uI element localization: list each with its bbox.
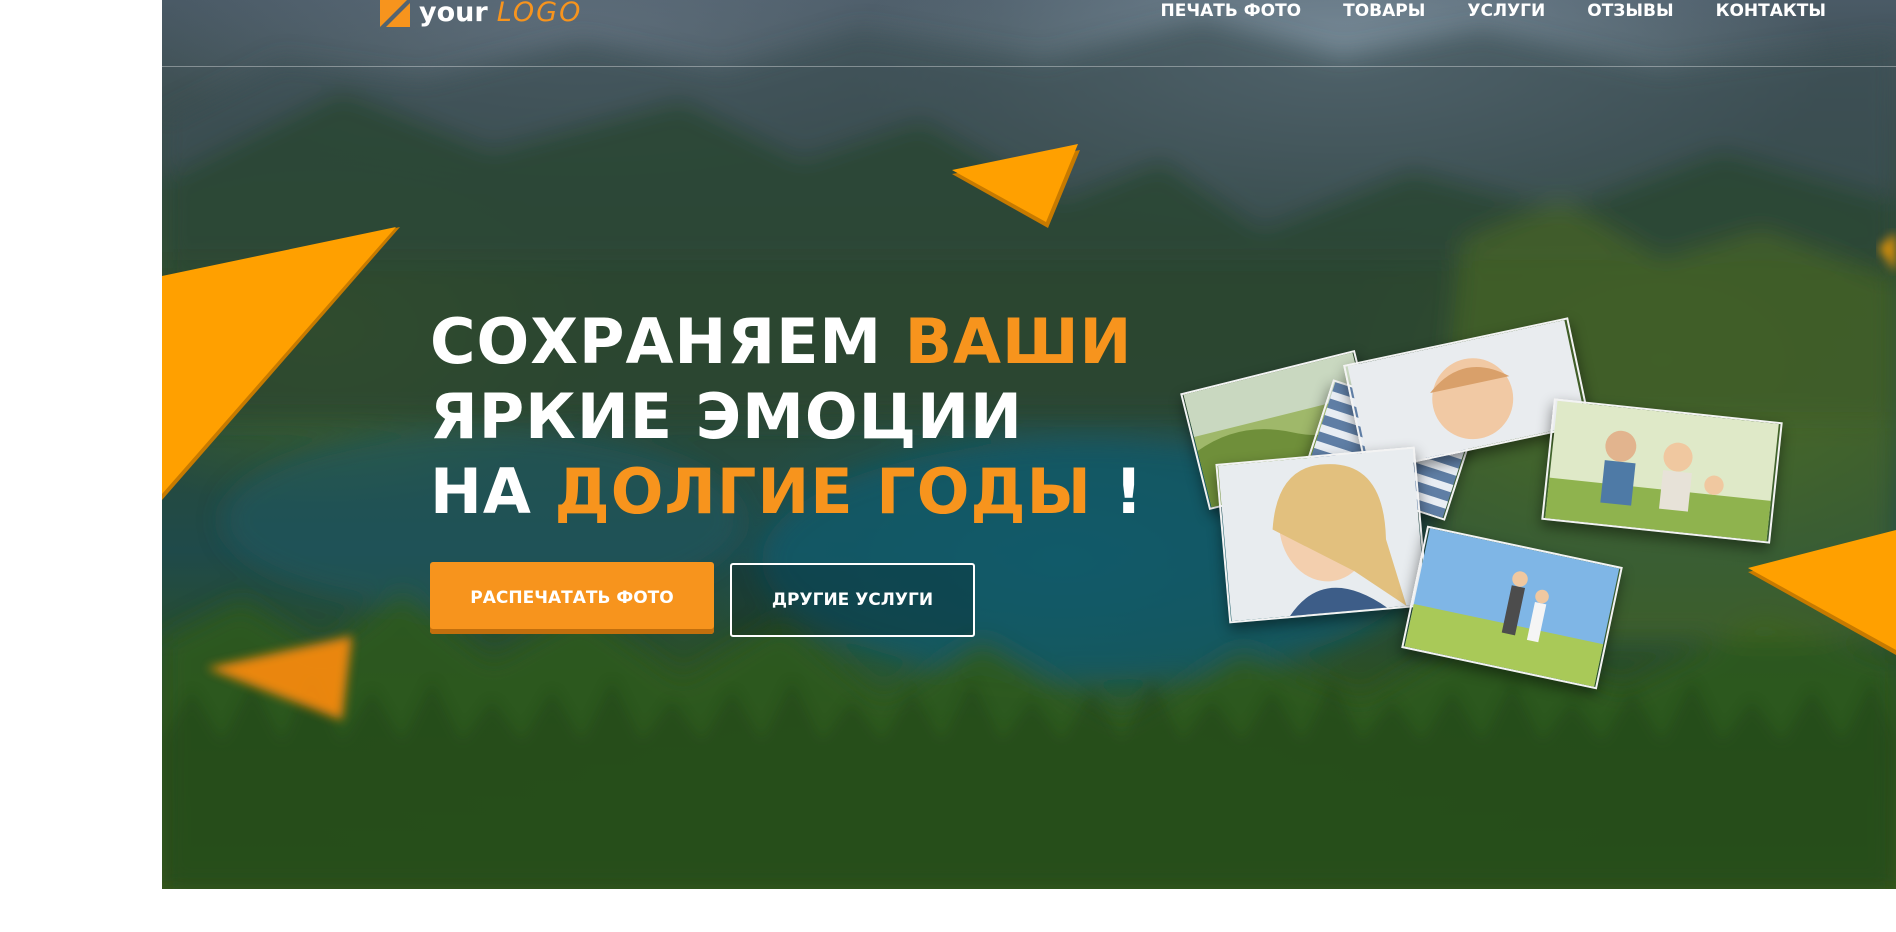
nav-item-products[interactable]: ТОВАРЫ	[1343, 0, 1425, 22]
orange-square-diagonal-icon	[380, 0, 410, 27]
headline-line3-exclamation: !	[1114, 455, 1144, 528]
photo-portrait-icon	[1215, 446, 1429, 624]
photo-stack-illustration	[1180, 317, 1783, 690]
nav-item-services[interactable]: УСЛУГИ	[1467, 0, 1545, 22]
logo-text-your: your	[419, 0, 488, 28]
photo-family-icon	[1541, 398, 1783, 544]
photo-outdoor-family-icon	[1401, 525, 1623, 690]
nav-item-contacts[interactable]: КОНТАКТЫ	[1716, 0, 1826, 22]
site-logo[interactable]: your LOGO	[380, 0, 582, 30]
top-navigation-bar: your LOGO ПЕЧАТЬ ФОТО ТОВАРЫ УСЛУГИ ОТЗЫ…	[162, 0, 1896, 67]
other-services-button[interactable]: ДРУГИЕ УСЛУГИ	[730, 563, 975, 637]
headline-line3-orange: ДОЛГИЕ ГОДЫ	[554, 455, 1092, 528]
headline-line2-white: ЯРКИЕ ЭМОЦИИ	[430, 380, 1023, 453]
nav-item-reviews[interactable]: ОТЗЫВЫ	[1587, 0, 1673, 22]
print-photo-button[interactable]: РАСПЕЧАТАТЬ ФОТО	[430, 562, 714, 634]
headline-line3-white: НА	[430, 455, 532, 528]
hero-section: your LOGO ПЕЧАТЬ ФОТО ТОВАРЫ УСЛУГИ ОТЗЫ…	[162, 0, 1896, 889]
main-navigation: ПЕЧАТЬ ФОТО ТОВАРЫ УСЛУГИ ОТЗЫВЫ КОНТАКТ…	[1119, 0, 1826, 22]
headline-line1-white: СОХРАНЯЕМ	[430, 305, 883, 378]
nav-item-print-photo[interactable]: ПЕЧАТЬ ФОТО	[1161, 0, 1302, 22]
logo-text-logo: LOGO	[496, 0, 583, 28]
triangle-blurred-bottom-left	[207, 636, 352, 720]
headline-line1-orange: ВАШИ	[904, 305, 1133, 378]
hero-headline: СОХРАНЯЕМ ВАШИ ЯРКИЕ ЭМОЦИИ НА ДОЛГИЕ ГО…	[430, 304, 1144, 529]
triangle-right-edge	[1878, 232, 1896, 272]
